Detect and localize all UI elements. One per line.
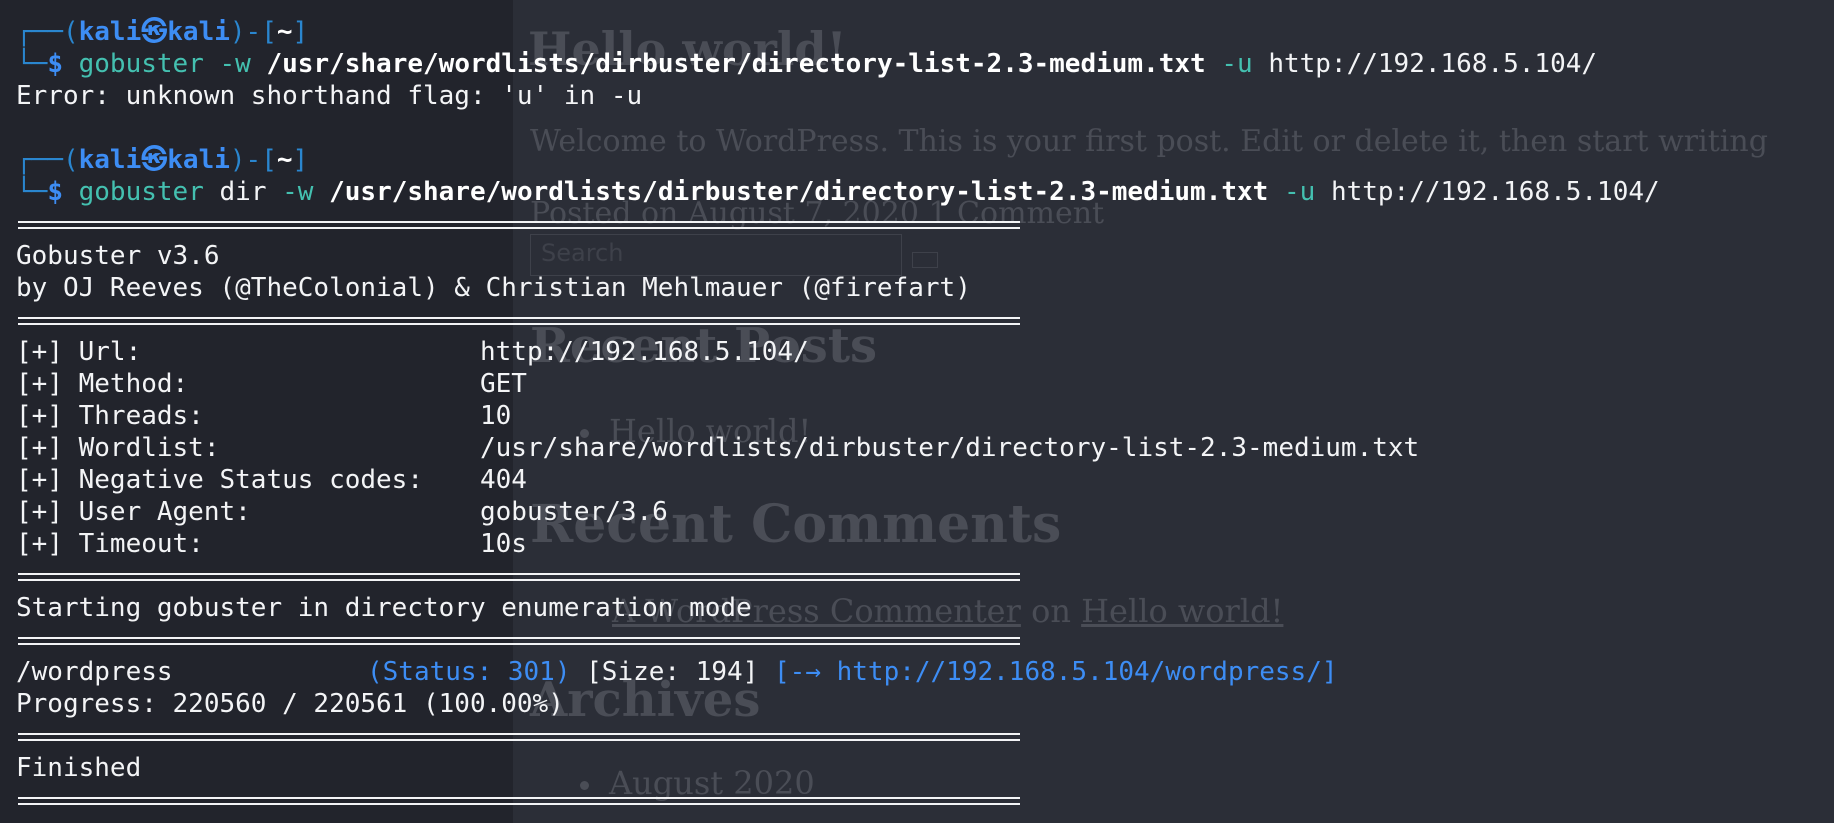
config-row: [+] Threads: 10 xyxy=(16,400,1660,432)
prompt-frame: └─ xyxy=(16,177,48,207)
command-flag: -w xyxy=(282,177,314,207)
config-row: [+] Method: GET xyxy=(16,368,1660,400)
prompt-frame: ] xyxy=(292,17,309,47)
command-subcommand: dir xyxy=(219,177,267,207)
prompt-dir: ~ xyxy=(276,17,293,47)
config-value: http://192.168.5.104/ xyxy=(480,337,809,367)
command-name: gobuster xyxy=(78,49,204,79)
prompt-dir: ~ xyxy=(276,145,293,175)
separator-line xyxy=(16,208,1660,240)
config-row: [+] Wordlist: /usr/share/wordlists/dirbus… xyxy=(16,432,1660,464)
command-url: http://192.168.5.104/ xyxy=(1330,177,1660,207)
command-flag: -u xyxy=(1283,177,1316,207)
result-row: /wordpress (Status: 301) [Size: 194] [-→ … xyxy=(16,656,1660,688)
config-value: gobuster/3.6 xyxy=(480,497,668,527)
prompt-dollar: $ xyxy=(47,177,63,207)
separator-line xyxy=(16,304,1660,336)
progress-line: Progress: 220560 / 220561 (100.00%) xyxy=(16,689,564,719)
kali-at-icon: ㉿ xyxy=(141,145,168,175)
error-line: Error: unknown shorthand flag: 'u' in -u xyxy=(16,81,643,111)
banner-version: Gobuster v3.6 xyxy=(16,241,220,271)
config-key: [+] Wordlist: xyxy=(16,433,220,463)
config-value: 404 xyxy=(480,465,527,495)
prompt-dollar: $ xyxy=(47,49,63,79)
config-key: [+] Timeout: xyxy=(16,529,204,559)
command-flag: -w xyxy=(219,49,251,79)
result-size: [Size: 194] xyxy=(586,657,759,687)
prompt-line-1: ┌──(kali㉿kali)-[~] xyxy=(16,16,1660,48)
separator-line xyxy=(16,560,1660,592)
result-status: (Status: 301) xyxy=(367,657,571,687)
result-path: /wordpress xyxy=(16,657,173,687)
prompt-host: kali xyxy=(167,17,230,47)
prompt-user: kali xyxy=(78,17,142,47)
config-row: [+] Negative Status codes: 404 xyxy=(16,464,1660,496)
prompt-frame: )-[ xyxy=(229,145,277,175)
command-wordlist-path: /usr/share/wordlists/dirbuster/directory… xyxy=(266,49,1206,79)
config-value: /usr/share/wordlists/dirbuster/directory… xyxy=(480,433,1420,463)
command-flag: -u xyxy=(1221,49,1253,79)
finished-line: Finished xyxy=(16,753,142,783)
command-name: gobuster xyxy=(78,177,204,207)
config-key: [+] Method: xyxy=(16,369,189,399)
prompt-frame: )-[ xyxy=(229,17,277,47)
config-key: [+] Negative Status codes: xyxy=(16,465,423,495)
result-redirect-link[interactable]: [-→ http://192.168.5.104/wordpress/] xyxy=(774,657,1338,687)
separator-line xyxy=(16,624,1660,656)
command-line-1: └─$ gobuster -w /usr/share/wordlists/dir… xyxy=(16,48,1660,80)
prompt-user: kali xyxy=(78,145,142,175)
command-url: http://192.168.5.104/ xyxy=(1268,49,1598,79)
prompt-frame: ] xyxy=(292,145,309,175)
config-row: [+] Url: http://192.168.5.104/ xyxy=(16,336,1660,368)
separator-line xyxy=(16,720,1660,752)
kali-at-icon: ㉿ xyxy=(141,17,168,47)
config-row: [+] Timeout: 10s xyxy=(16,528,1660,560)
command-wordlist-path: /usr/share/wordlists/dirbuster/directory… xyxy=(329,177,1269,207)
terminal-output[interactable]: ┌──(kali㉿kali)-[~] └─$ gobuster -w /usr/… xyxy=(16,16,1660,816)
config-key: [+] Threads: xyxy=(16,401,204,431)
separator-line xyxy=(16,784,1660,816)
banner-authors: by OJ Reeves (@TheColonial) & Christian … xyxy=(16,273,971,303)
prompt-frame: └─ xyxy=(16,49,48,79)
prompt-frame: ┌──( xyxy=(16,17,79,47)
config-key: [+] User Agent: xyxy=(16,497,251,527)
config-key: [+] Url: xyxy=(16,337,142,367)
config-value: 10 xyxy=(480,401,512,431)
prompt-line-2: ┌──(kali㉿kali)-[~] xyxy=(16,144,1660,176)
config-value: GET xyxy=(480,369,527,399)
prompt-host: kali xyxy=(167,145,230,175)
starting-line: Starting gobuster in directory enumerati… xyxy=(16,593,752,623)
config-value: 10s xyxy=(480,529,527,559)
command-line-2: └─$ gobuster dir -w /usr/share/wordlists… xyxy=(16,176,1660,208)
prompt-frame: ┌──( xyxy=(16,145,79,175)
config-row: [+] User Agent: gobuster/3.6 xyxy=(16,496,1660,528)
